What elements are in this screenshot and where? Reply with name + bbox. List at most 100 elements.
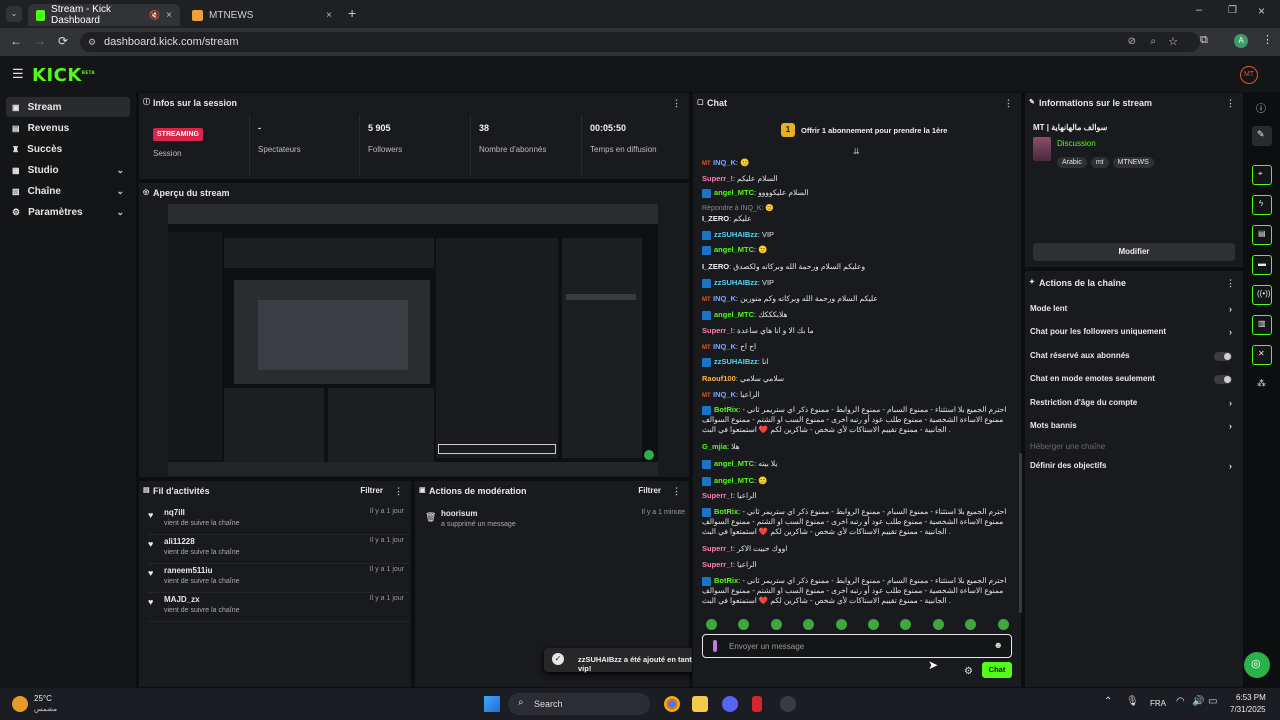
emote-icon[interactable] (738, 619, 750, 630)
tab-close-icon[interactable]: × (166, 10, 172, 21)
info-rail-icon[interactable]: ⓘ (1256, 100, 1266, 115)
app-icon-red[interactable] (752, 696, 762, 712)
back-icon[interactable]: ← (10, 34, 22, 48)
chat-message[interactable]: Superr_!: ما بك الا و انا هاي ساعدة (702, 326, 1018, 336)
chat-username[interactable]: zzSUHAIBzz (714, 357, 758, 366)
chat-message[interactable]: angel_MTC: السلام عليكوووو (702, 188, 1018, 198)
activity-item[interactable]: ♥ nq7ill vient de suivre la chaîne Il y … (148, 506, 410, 535)
chat-message[interactable]: BotRix: احترم الجميع بلا استثناء - ممنوع… (702, 576, 1018, 606)
chat-username[interactable]: angel_MTC (714, 476, 754, 485)
chat-username[interactable]: BotRix (714, 405, 738, 414)
chat-message[interactable]: Superr_!: السلام عليكم (702, 174, 1018, 184)
chat-message[interactable]: zzSUHAIBzz: انا (702, 357, 1018, 367)
volume-icon[interactable]: 🔊 (1192, 696, 1204, 707)
chat-username[interactable]: Superr_! (702, 174, 733, 183)
microphone-icon[interactable]: 🎙 (1126, 696, 1139, 707)
edit-stream-button[interactable]: Modifier (1033, 243, 1235, 261)
chat-username[interactable]: Raouf100 (702, 374, 736, 383)
chat-message[interactable]: angel_MTC: 🙂 (702, 476, 1018, 486)
chat-username[interactable]: angel_MTC (714, 459, 754, 468)
moderation-item[interactable]: 🗑 hoorisum a supprimé un message Il y a … (425, 509, 685, 533)
profile-avatar[interactable]: A (1234, 34, 1248, 48)
chat-message[interactable]: BotRix: احترم الجميع بلا استثناء - ممنوع… (702, 405, 1018, 435)
minimize-icon[interactable]: – (1196, 4, 1202, 16)
chat-username[interactable]: Superr_! (702, 544, 733, 553)
sidebar-item-revenus[interactable]: ▤ Revenus (6, 118, 130, 138)
bookmark-star-icon[interactable]: ☆ (1168, 32, 1178, 52)
more-options-icon[interactable]: ⋮ (1226, 273, 1235, 293)
chat-username[interactable]: BotRix (714, 576, 738, 585)
address-input[interactable]: ⚙ dashboard.kick.com/stream ⊘ ⌕ ☆ (80, 32, 1200, 52)
share-rail-icon[interactable]: ⁂ (1257, 378, 1266, 389)
chat-message[interactable]: MT INQ_K: 🙂 (702, 158, 1018, 168)
emote-icon[interactable] (900, 619, 912, 630)
chat-username[interactable]: angel_MTC (714, 188, 754, 197)
filter-button[interactable]: Filtrer (360, 481, 383, 501)
tab-kick-dashboard[interactable]: Stream - Kick Dashboard 🔇 × (28, 4, 180, 26)
user-avatar[interactable]: MT (1240, 66, 1258, 84)
activity-item[interactable]: ♥ MAJD_zx vient de suivre la chaîne Il y… (148, 593, 410, 622)
rail-button-1[interactable]: ⌖ (1252, 165, 1272, 185)
rail-button-5[interactable]: ((•)) (1252, 285, 1272, 305)
chrome-icon[interactable] (664, 696, 680, 712)
forward-icon[interactable]: → (34, 34, 46, 48)
chat-username[interactable]: BotRix (714, 507, 738, 516)
site-info-icon[interactable]: ⚙ (88, 32, 96, 52)
chat-scrollbar[interactable] (1019, 453, 1022, 613)
discord-icon[interactable] (722, 696, 738, 712)
chat-message[interactable]: angel_MTC: هلابكككك (702, 310, 1018, 320)
scroll-down-icon[interactable]: ⇊ (853, 147, 860, 156)
chat-settings-icon[interactable]: ⚙ (964, 666, 973, 677)
weather-temp[interactable]: 25°C (34, 694, 52, 703)
more-options-icon[interactable]: ⋮ (1226, 93, 1235, 113)
chat-username[interactable]: I_ZERO (702, 262, 729, 271)
chat-message[interactable]: Raouf100: سلامي سلامي (702, 374, 1018, 384)
action-set-goals[interactable]: Définir des objectifs › (1030, 456, 1238, 476)
chat-username[interactable]: Superr_! (702, 326, 733, 335)
action-age-restriction[interactable]: Restriction d'âge du compte › (1030, 393, 1238, 413)
chat-message[interactable]: Superr_!: الراعيا (702, 491, 1018, 501)
battery-icon[interactable]: ▭ (1208, 696, 1217, 707)
tab-mute-icon[interactable]: 🔇 (149, 10, 160, 21)
sidebar-item-parametres[interactable]: ⚙ Paramètres ⌄ (6, 202, 130, 222)
emote-icon[interactable] (932, 619, 944, 630)
edit-rail-button[interactable]: ✎ (1252, 126, 1272, 146)
category-name[interactable]: Discussion (1057, 139, 1096, 148)
more-options-icon[interactable]: ⋮ (672, 481, 681, 501)
chat-message[interactable]: Superr_!: اووك حبيت الاكر (702, 544, 1018, 554)
chat-username[interactable]: INQ_K (713, 390, 736, 399)
tray-chevron-icon[interactable]: ⌃ (1104, 696, 1112, 707)
chat-message[interactable]: angel_MTC: 🙂 (702, 245, 1018, 255)
browser-menu-icon[interactable]: ⋮ (1262, 33, 1273, 46)
restore-icon[interactable]: ❐ (1228, 5, 1237, 16)
tab-list-chevron-icon[interactable]: ⌄ (6, 6, 22, 22)
reload-icon[interactable]: ⟳ (58, 34, 68, 48)
tracking-off-icon[interactable]: ⊘ (1128, 32, 1136, 52)
chat-message[interactable]: zzSUHAIBzz: VIP (702, 278, 1018, 288)
chat-message[interactable]: MT INQ_K: اح اح (702, 342, 1018, 352)
chat-username[interactable]: INQ_K (713, 158, 736, 167)
chat-username[interactable]: I_ZERO (702, 214, 729, 223)
chat-username[interactable]: G_mjia (702, 442, 727, 451)
tab-mtnews[interactable]: MTNEWS × (184, 4, 340, 26)
kick-logo[interactable]: KICKBETA (32, 65, 95, 86)
stream-preview-video[interactable] (168, 204, 658, 476)
wifi-icon[interactable]: ◠ (1176, 696, 1185, 707)
sidebar-item-chaine[interactable]: ▧ Chaîne ⌄ (6, 181, 130, 201)
action-followers-only[interactable]: Chat pour les followers uniquement › (1030, 322, 1238, 342)
chat-message[interactable]: zzSUHAIBzz: VIP (702, 230, 1018, 240)
emote-icon[interactable] (868, 619, 879, 630)
action-banned-words[interactable]: Mots bannis › (1030, 416, 1238, 436)
chat-username[interactable]: angel_MTC (714, 310, 754, 319)
chat-username[interactable]: zzSUHAIBzz (714, 230, 758, 239)
close-window-icon[interactable]: × (1258, 4, 1265, 18)
chat-message[interactable]: Superr_!: الراعيا (702, 560, 1018, 570)
language-label[interactable]: FRA (1150, 699, 1166, 708)
action-subscribers-only[interactable]: Chat réservé aux abonnés (1030, 346, 1238, 366)
hamburger-menu-icon[interactable]: ☰ (12, 66, 24, 82)
sidebar-item-studio[interactable]: ▦ Studio ⌄ (6, 160, 130, 180)
more-options-icon[interactable]: ⋮ (672, 93, 681, 113)
rail-button-7[interactable]: ✕ (1252, 345, 1272, 365)
clock-time[interactable]: 6:53 PM (1236, 693, 1266, 702)
taskbar-search[interactable]: ⌕ Search (508, 693, 650, 715)
